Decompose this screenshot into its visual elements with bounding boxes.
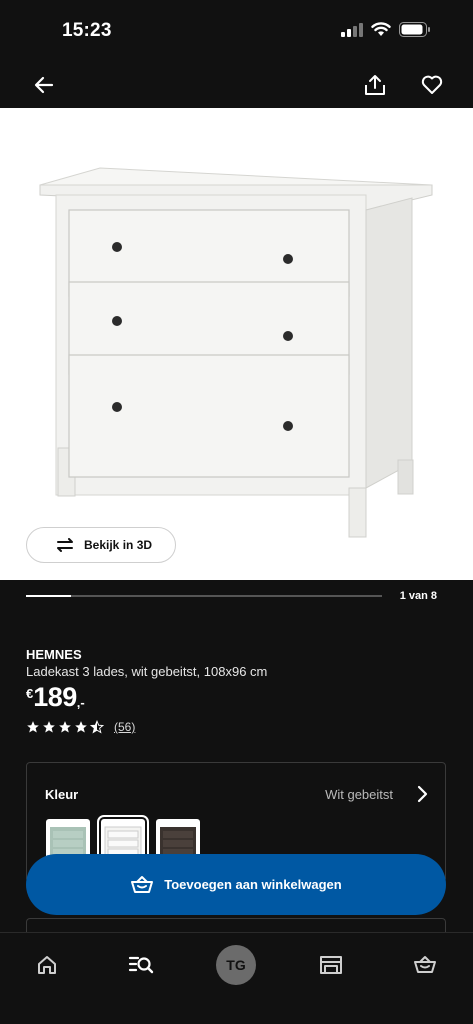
view-3d-label: Bekijk in 3D [84, 538, 153, 552]
gallery-progress [26, 595, 382, 597]
price-integer: 189 [33, 682, 77, 712]
heart-icon [421, 75, 443, 94]
store-icon [320, 956, 342, 974]
add-to-cart-button[interactable]: Toevoegen aan winkelwagen [26, 854, 446, 915]
color-value: Wit gebeitst [325, 787, 393, 802]
arrow-left-icon [34, 76, 54, 94]
shopping-basket-icon [414, 956, 436, 973]
status-time: 15:23 [62, 20, 112, 41]
gallery-page-indicator: 1 van 8 [399, 590, 437, 602]
product-name: HEMNES [26, 647, 82, 662]
battery-icon [399, 22, 430, 37]
star-icon [59, 721, 71, 733]
product-price: € 189 ,- [26, 682, 85, 713]
back-button[interactable] [27, 68, 61, 102]
rotate-3d-icon [57, 538, 73, 552]
product-description: Ladekast 3 lades, wit gebeitst, 108x96 c… [26, 664, 268, 679]
price-decimal: ,- [76, 695, 85, 710]
color-label: Kleur [45, 787, 79, 802]
add-to-cart-label: Toevoegen aan winkelwagen [164, 877, 342, 892]
share-icon [365, 75, 385, 95]
cellular-signal-icon [341, 22, 363, 37]
share-button[interactable] [358, 68, 392, 102]
product-image [39, 167, 433, 538]
tab-search[interactable] [119, 943, 163, 987]
avatar: TG [216, 945, 256, 985]
star-icon [75, 721, 87, 733]
home-icon [38, 956, 56, 974]
wifi-icon [371, 22, 391, 36]
star-icon [43, 721, 55, 733]
status-bar: 15:23 [0, 0, 473, 62]
tab-stores[interactable] [309, 943, 353, 987]
half-star-icon [90, 720, 104, 734]
chevron-right-icon [417, 785, 428, 803]
search-list-icon [128, 956, 154, 974]
price-currency: € [26, 686, 34, 701]
view-3d-button[interactable]: Bekijk in 3D [26, 527, 176, 563]
top-nav [0, 62, 473, 108]
tab-profile[interactable]: TG [214, 943, 258, 987]
product-rating[interactable]: (56) [26, 720, 135, 734]
status-icons [341, 22, 431, 37]
bottom-tab-bar: TG [0, 932, 473, 1024]
gallery-progress-fill [26, 595, 71, 597]
shopping-basket-icon [131, 875, 154, 893]
tab-cart[interactable] [403, 943, 447, 987]
star-icon [27, 721, 39, 733]
review-count-link[interactable]: (56) [114, 720, 135, 734]
favorite-button[interactable] [415, 68, 449, 102]
tab-home[interactable] [25, 943, 69, 987]
product-image-gallery[interactable]: Bekijk in 3D [0, 108, 473, 580]
